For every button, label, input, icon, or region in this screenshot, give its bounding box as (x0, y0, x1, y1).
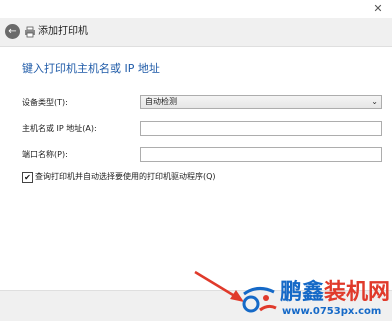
red-arrow-annotation (194, 270, 244, 302)
watermark-brand: 鹏鑫装机网 (280, 280, 390, 306)
brand-logo-icon (242, 287, 277, 313)
watermark-url: www.0753px.com (282, 306, 382, 317)
watermark: 鹏鑫装机网 www.0753px.com (238, 278, 392, 320)
watermark-brand-b: 装机网 (324, 280, 391, 305)
watermark-brand-a: 鹏鑫 (280, 280, 325, 305)
